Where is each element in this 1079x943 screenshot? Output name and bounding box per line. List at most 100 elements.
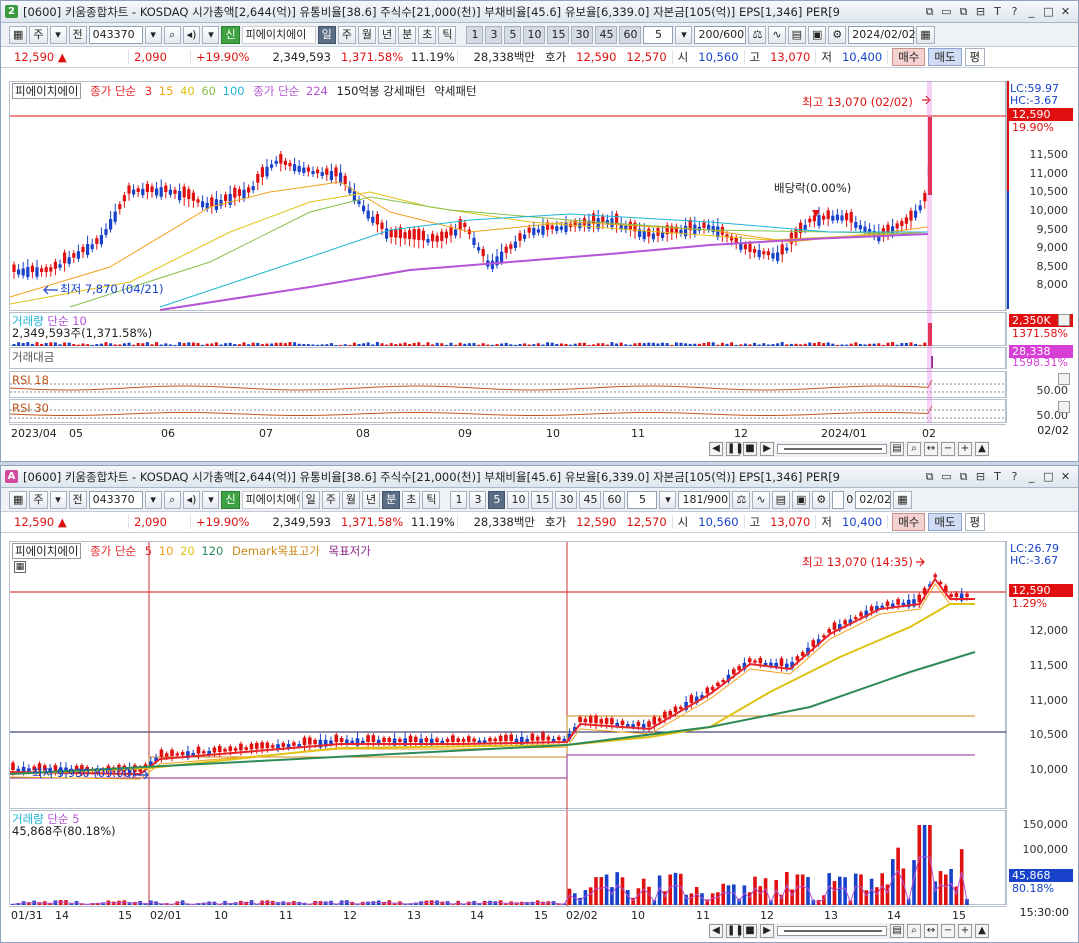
period-week[interactable]: 주 <box>321 490 340 509</box>
dropdown-arrow[interactable]: ▾ <box>202 490 220 509</box>
minute-dropdown[interactable]: ▾ <box>659 490 677 509</box>
minute-1[interactable]: 1 <box>466 25 484 44</box>
minute-45[interactable]: 45 <box>579 490 602 509</box>
expand-icon[interactable]: ▲ <box>975 442 989 456</box>
arrows-icon[interactable]: ↔ <box>924 924 938 938</box>
settings-icon[interactable]: ⚙ <box>828 25 847 44</box>
grid-icon[interactable]: ▦ <box>9 25 28 44</box>
intraday-volume-pane[interactable]: 거래량 단순 5 45,868주(80.18%) <box>9 810 1006 906</box>
volume-pane[interactable]: 거래량 단순 10 2,349,593주(1,371.58%) <box>9 312 1006 346</box>
minute-30[interactable]: 30 <box>571 25 594 44</box>
minute-60[interactable]: 60 <box>603 490 626 509</box>
font-icon[interactable]: T <box>991 470 1004 484</box>
rsi18-pane[interactable]: RSI 18 <box>9 371 1007 398</box>
minute-1[interactable]: 1 <box>450 490 468 509</box>
table-icon[interactable]: ▦ <box>14 561 26 573</box>
code-dropdown[interactable]: ▾ <box>144 490 162 509</box>
drawing-icon[interactable]: ∿ <box>768 25 786 44</box>
speaker-icon[interactable]: ◂) <box>182 25 201 44</box>
period-day[interactable]: 일 <box>317 25 336 44</box>
minus-icon[interactable]: − <box>941 442 955 456</box>
window-icon[interactable]: ⧉ <box>957 470 970 484</box>
period-tick[interactable]: 틱 <box>422 490 441 509</box>
date-input[interactable]: 02/02 <box>855 490 892 509</box>
period-week[interactable]: 주 <box>337 25 356 44</box>
code-dropdown[interactable]: ▾ <box>144 25 162 44</box>
search-icon[interactable]: ⌕ <box>907 924 921 938</box>
rsi30-pane[interactable]: RSI 30 <box>9 399 1007 423</box>
sell-button[interactable]: 매도 <box>928 513 962 531</box>
pause-icon[interactable]: ❚❚ <box>726 924 744 938</box>
search-icon[interactable]: ⌕ <box>163 25 181 44</box>
minus-icon[interactable]: − <box>941 924 955 938</box>
stock-code-input[interactable]: 043370 <box>88 490 143 509</box>
close-icon[interactable]: ✕ <box>1059 5 1072 19</box>
scroll-track[interactable] <box>777 444 887 454</box>
pane-close-icon[interactable] <box>1058 314 1070 326</box>
zoom-icon[interactable]: ▤ <box>890 442 904 456</box>
drawing-icon[interactable]: ∿ <box>752 490 770 509</box>
minute-5[interactable]: 5 <box>488 490 506 509</box>
window-icon-2[interactable]: ⊟ <box>974 5 987 19</box>
minute-30[interactable]: 30 <box>555 490 578 509</box>
buy-button[interactable]: 매수 <box>892 48 926 66</box>
restore-icon[interactable]: ⧉ <box>923 5 936 19</box>
pane-close-icon[interactable] <box>1058 401 1070 413</box>
stop-icon[interactable]: ■ <box>743 924 757 938</box>
minute-60[interactable]: 60 <box>619 25 642 44</box>
date-input[interactable]: 2024/02/02 <box>848 25 916 44</box>
period-second[interactable]: 초 <box>402 490 421 509</box>
speaker-icon[interactable]: ◂) <box>182 490 201 509</box>
plus-icon[interactable]: + <box>958 442 972 456</box>
price-chart[interactable]: 피에이치에이 종가 단순 3 15 40 60 100 종가 단순 224 15… <box>9 81 1007 311</box>
next-icon[interactable]: ▶ <box>760 924 774 938</box>
adjust-button[interactable]: 전 <box>68 25 87 44</box>
minimize-icon[interactable]: _ <box>1025 5 1038 19</box>
prev-icon[interactable]: ◀ <box>709 442 723 456</box>
stock-code-input[interactable]: 043370 <box>88 25 143 44</box>
pause-icon[interactable]: ❚❚ <box>726 442 744 456</box>
save-icon[interactable]: ▣ <box>791 490 811 509</box>
minute-input[interactable]: 5 <box>627 490 658 509</box>
arrows-icon[interactable]: ↔ <box>924 442 938 456</box>
sell-button[interactable]: 매도 <box>928 48 962 66</box>
period-minute[interactable]: 분 <box>382 490 401 509</box>
help-icon[interactable]: ? <box>1008 5 1021 19</box>
minute-15[interactable]: 15 <box>531 490 554 509</box>
next-icon[interactable]: ▶ <box>760 442 774 456</box>
period-mode-select[interactable]: 주 <box>29 25 48 44</box>
chevron-down-icon[interactable]: ▾ <box>49 25 67 44</box>
print-icon[interactable]: ▤ <box>771 490 790 509</box>
minute-dropdown[interactable]: ▾ <box>675 25 693 44</box>
eval-button[interactable]: 평 <box>964 513 986 531</box>
calendar-icon[interactable]: ▦ <box>916 25 935 44</box>
plus-icon[interactable]: + <box>958 924 972 938</box>
chevron-down-icon[interactable]: ▾ <box>49 490 67 509</box>
period-day[interactable]: 일 <box>301 490 320 509</box>
pane-close-icon[interactable] <box>1058 373 1070 385</box>
checkbox[interactable] <box>832 490 845 509</box>
period-year[interactable]: 년 <box>377 25 397 44</box>
amount-pane[interactable]: 거래대금 <box>9 347 1006 369</box>
count-input[interactable]: 200/600 <box>694 25 747 44</box>
font-icon[interactable]: T <box>991 5 1004 19</box>
indicator-icon[interactable]: ⚖ <box>732 490 751 509</box>
eval-button[interactable]: 평 <box>964 48 986 66</box>
window-icon-2[interactable]: ⊟ <box>974 470 987 484</box>
search-icon[interactable]: ⌕ <box>163 490 181 509</box>
period-tick[interactable]: 틱 <box>438 25 457 44</box>
maximize-icon[interactable]: □ <box>1042 470 1055 484</box>
scroll-track[interactable] <box>777 926 887 936</box>
minute-10[interactable]: 10 <box>507 490 530 509</box>
maximize-icon[interactable]: □ <box>1042 5 1055 19</box>
period-month[interactable]: 월 <box>341 490 360 509</box>
minute-3[interactable]: 3 <box>485 25 503 44</box>
minute-15[interactable]: 15 <box>547 25 570 44</box>
grid-icon[interactable]: ▦ <box>9 490 28 509</box>
period-month[interactable]: 월 <box>357 25 376 44</box>
close-icon[interactable]: ✕ <box>1059 470 1072 484</box>
zoom-icon[interactable]: ▤ <box>890 924 904 938</box>
tile-icon[interactable]: ▭ <box>940 470 953 484</box>
dropdown-arrow[interactable]: ▾ <box>202 25 220 44</box>
period-mode-select[interactable]: 주 <box>29 490 48 509</box>
